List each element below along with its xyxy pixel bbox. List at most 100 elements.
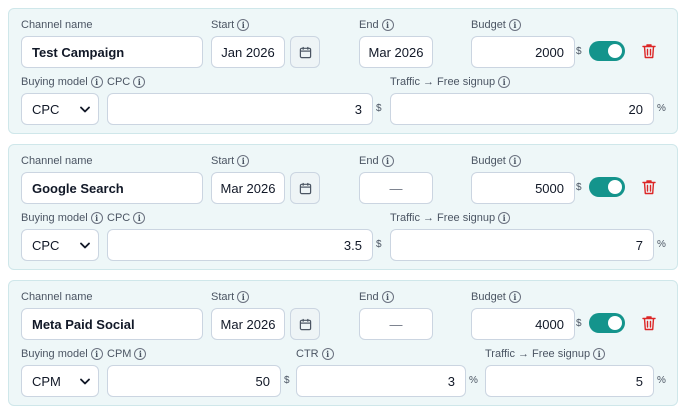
info-circle-icon[interactable]: i bbox=[381, 155, 394, 167]
currency-unit: $ bbox=[284, 375, 290, 386]
currency-unit: $ bbox=[376, 103, 382, 114]
start-calendar-button[interactable] bbox=[290, 308, 320, 340]
info-circle-icon[interactable]: i bbox=[237, 155, 250, 167]
info-circle-icon[interactable]: i bbox=[498, 76, 511, 88]
channel-name-input[interactable]: Google Search bbox=[21, 172, 203, 204]
traffic-signup-input[interactable]: 7 bbox=[390, 229, 654, 261]
buying-model-label: Buying model i bbox=[21, 212, 103, 224]
end-date-input[interactable]: — bbox=[359, 308, 433, 340]
delete-channel-button[interactable] bbox=[641, 178, 657, 196]
budget-input[interactable]: 2000 bbox=[471, 36, 575, 68]
toggle-knob bbox=[608, 316, 622, 330]
info-circle-icon[interactable]: i bbox=[90, 348, 103, 360]
channel-name-input[interactable]: Meta Paid Social bbox=[21, 308, 203, 340]
info-circle-icon[interactable]: i bbox=[237, 291, 250, 303]
buying-model-value: CPC bbox=[32, 237, 60, 253]
start-label: Start i bbox=[211, 291, 250, 303]
end-label: End i bbox=[359, 155, 394, 167]
cpm-label: CPM i bbox=[107, 348, 147, 360]
currency-unit: $ bbox=[576, 46, 582, 57]
traffic-signup-input[interactable]: 5 bbox=[485, 365, 654, 397]
end-label: End i bbox=[359, 291, 394, 303]
info-circle-icon[interactable]: i bbox=[321, 348, 334, 360]
end-date-input[interactable]: Mar 2026 bbox=[359, 36, 433, 68]
buying-model-label: Buying model i bbox=[21, 76, 103, 88]
calendar-icon bbox=[299, 46, 311, 58]
info-circle-icon[interactable]: i bbox=[134, 348, 147, 360]
percent-unit: % bbox=[657, 375, 666, 386]
info-circle-icon[interactable]: i bbox=[90, 76, 103, 88]
start-date-input[interactable]: Jan 2026 bbox=[211, 36, 285, 68]
traffic-signup-label: Traffic → Free signup i bbox=[390, 212, 511, 224]
info-circle-icon[interactable]: i bbox=[508, 19, 521, 31]
info-circle-icon[interactable]: i bbox=[508, 155, 521, 167]
channel-card: Channel name Test Campaign Start i Jan 20… bbox=[8, 8, 678, 134]
cpc-input[interactable]: 3 bbox=[107, 93, 373, 125]
buying-model-label: Buying model i bbox=[21, 348, 103, 360]
channel-enabled-toggle[interactable] bbox=[589, 313, 625, 333]
buying-model-value: CPC bbox=[32, 101, 60, 117]
info-circle-icon[interactable]: i bbox=[593, 348, 606, 360]
traffic-signup-input[interactable]: 20 bbox=[390, 93, 654, 125]
cpc-label: CPC i bbox=[107, 76, 146, 88]
buying-model-select[interactable]: CPC bbox=[21, 93, 99, 125]
channel-name-label: Channel name bbox=[21, 19, 93, 31]
calendar-icon bbox=[299, 318, 311, 330]
info-circle-icon[interactable]: i bbox=[90, 212, 103, 224]
info-circle-icon[interactable]: i bbox=[381, 19, 394, 31]
start-calendar-button[interactable] bbox=[290, 36, 320, 68]
end-date-input[interactable]: — bbox=[359, 172, 433, 204]
start-date-input[interactable]: Mar 2026 bbox=[211, 172, 285, 204]
info-circle-icon[interactable]: i bbox=[133, 212, 146, 224]
trash-icon bbox=[642, 316, 656, 331]
calendar-icon bbox=[299, 182, 311, 194]
budget-input[interactable]: 4000 bbox=[471, 308, 575, 340]
cpc-label: CPC i bbox=[107, 212, 146, 224]
traffic-signup-label: Traffic → Free signup i bbox=[390, 76, 511, 88]
chevron-down-icon bbox=[80, 378, 90, 384]
budget-label: Budget i bbox=[471, 291, 521, 303]
end-label: End i bbox=[359, 19, 394, 31]
cpc-input[interactable]: 3.5 bbox=[107, 229, 373, 261]
channel-card: Channel name Google Search Start i Mar 20… bbox=[8, 144, 678, 270]
traffic-signup-label: Traffic → Free signup i bbox=[485, 348, 606, 360]
start-date-input[interactable]: Mar 2026 bbox=[211, 308, 285, 340]
buying-model-value: CPM bbox=[32, 373, 61, 389]
percent-unit: % bbox=[469, 375, 478, 386]
chevron-down-icon bbox=[80, 242, 90, 248]
info-circle-icon[interactable]: i bbox=[508, 291, 521, 303]
budget-label: Budget i bbox=[471, 155, 521, 167]
info-circle-icon[interactable]: i bbox=[498, 212, 511, 224]
channel-enabled-toggle[interactable] bbox=[589, 177, 625, 197]
trash-icon bbox=[642, 180, 656, 195]
budget-input[interactable]: 5000 bbox=[471, 172, 575, 204]
ctr-label: CTR i bbox=[296, 348, 334, 360]
toggle-knob bbox=[608, 180, 622, 194]
budget-label: Budget i bbox=[471, 19, 521, 31]
percent-unit: % bbox=[657, 239, 666, 250]
cpm-input[interactable]: 50 bbox=[107, 365, 281, 397]
info-circle-icon[interactable]: i bbox=[381, 291, 394, 303]
delete-channel-button[interactable] bbox=[641, 42, 657, 60]
channel-name-label: Channel name bbox=[21, 155, 93, 167]
ctr-input[interactable]: 3 bbox=[296, 365, 466, 397]
currency-unit: $ bbox=[376, 239, 382, 250]
start-label: Start i bbox=[211, 19, 250, 31]
buying-model-select[interactable]: CPC bbox=[21, 229, 99, 261]
percent-unit: % bbox=[657, 103, 666, 114]
channel-name-input[interactable]: Test Campaign bbox=[21, 36, 203, 68]
currency-unit: $ bbox=[576, 318, 582, 329]
buying-model-select[interactable]: CPM bbox=[21, 365, 99, 397]
toggle-knob bbox=[608, 44, 622, 58]
channel-name-label: Channel name bbox=[21, 291, 93, 303]
start-calendar-button[interactable] bbox=[290, 172, 320, 204]
delete-channel-button[interactable] bbox=[641, 314, 657, 332]
chevron-down-icon bbox=[80, 106, 90, 112]
info-circle-icon[interactable]: i bbox=[237, 19, 250, 31]
currency-unit: $ bbox=[576, 182, 582, 193]
start-label: Start i bbox=[211, 155, 250, 167]
channel-card: Channel name Meta Paid Social Start i Mar… bbox=[8, 280, 678, 406]
channel-enabled-toggle[interactable] bbox=[589, 41, 625, 61]
info-circle-icon[interactable]: i bbox=[133, 76, 146, 88]
trash-icon bbox=[642, 44, 656, 59]
